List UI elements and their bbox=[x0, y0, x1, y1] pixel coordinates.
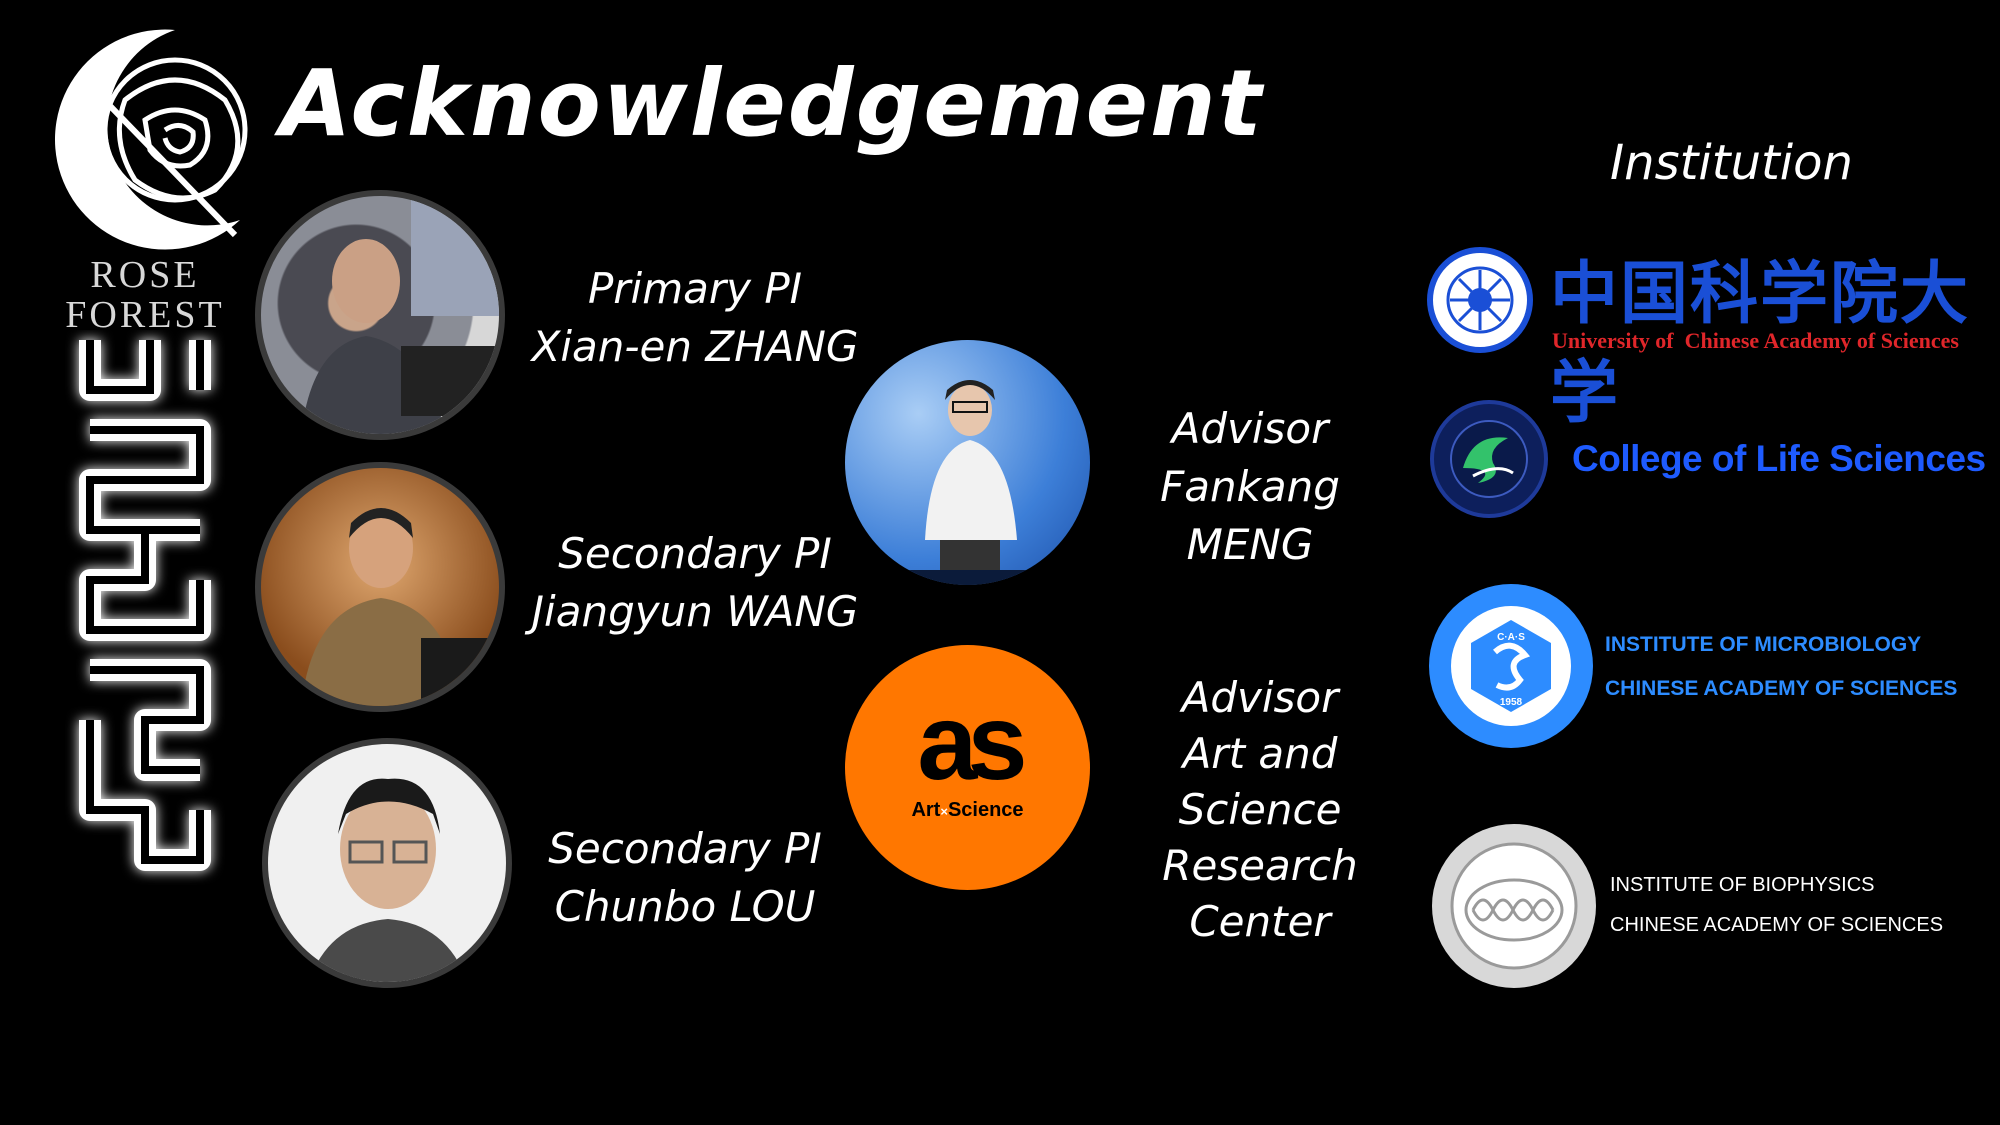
institution-heading: Institution bbox=[1610, 135, 1853, 191]
name-text: Chunbo LOU bbox=[554, 882, 816, 931]
role-text: Secondary PI bbox=[558, 529, 832, 578]
ucas-english-name: University of Chinese Academy of Science… bbox=[1552, 328, 1959, 353]
label-advisor-meng: Advisor Fankang MENG bbox=[1095, 400, 1405, 574]
brand-line1: ROSE bbox=[90, 254, 200, 296]
label-primary-pi: Primary PI Xian-en ZHANG bbox=[500, 260, 890, 376]
as-caption: Art×Science bbox=[845, 799, 1090, 822]
photo-chunbo-lou bbox=[262, 738, 512, 988]
im-seal-text: C·A·S bbox=[1497, 632, 1525, 643]
photo-xian-en-zhang bbox=[255, 190, 505, 440]
art-science-logo: as Art×Science bbox=[845, 645, 1090, 890]
ibp-line2: CHINESE ACADEMY OF SCIENCES bbox=[1610, 914, 1944, 936]
cls-name: College of Life Sciences bbox=[1572, 438, 1986, 479]
brand-name: ROSE FOREST bbox=[55, 255, 235, 335]
person-silhouette-icon bbox=[308, 778, 468, 982]
as-caption-art: Art bbox=[911, 799, 941, 821]
im-seal-year: 1958 bbox=[1500, 697, 1523, 708]
im-line1: INSTITUTE OF MICROBIOLOGY bbox=[1605, 633, 1922, 656]
name-line1-text: Art and Science bbox=[1178, 729, 1342, 834]
photo-jiangyun-wang bbox=[255, 462, 505, 712]
label-secondary-pi-2: Secondary PI Chunbo LOU bbox=[490, 820, 880, 936]
im-line2: CHINESE ACADEMY OF SCIENCES bbox=[1605, 677, 1958, 700]
page-title: Acknowledgement bbox=[280, 50, 1264, 157]
person-silhouette-icon bbox=[301, 508, 499, 706]
photo-fankang-meng bbox=[845, 340, 1090, 585]
chain-pattern-icon bbox=[79, 340, 211, 871]
ucas-seal-icon bbox=[1425, 245, 1535, 355]
name-text: Fankang MENG bbox=[1160, 462, 1340, 569]
role-text: Secondary PI bbox=[548, 824, 822, 873]
role-text: Advisor bbox=[1181, 673, 1339, 722]
brand-line2: FOREST bbox=[65, 294, 225, 336]
ibp-line1: INSTITUTE OF BIOPHYSICS bbox=[1610, 874, 1875, 896]
name-text: Jiangyun WANG bbox=[531, 587, 859, 636]
role-text: Advisor bbox=[1171, 404, 1329, 453]
ibp-seal-icon bbox=[1428, 820, 1600, 992]
crescent-rose-icon bbox=[54, 29, 248, 250]
as-caption-science: Science bbox=[947, 799, 1024, 821]
name-text: Xian-en ZHANG bbox=[531, 322, 859, 371]
label-secondary-pi-1: Secondary PI Jiangyun WANG bbox=[500, 525, 890, 641]
as-mark: as bbox=[917, 681, 1027, 802]
person-silhouette-icon bbox=[301, 196, 499, 434]
cls-seal-icon bbox=[1428, 398, 1550, 520]
decorative-pattern bbox=[60, 330, 230, 890]
rose-forest-logo bbox=[25, 20, 255, 250]
role-text: Primary PI bbox=[587, 264, 803, 313]
as-caption-x: × bbox=[940, 804, 948, 819]
label-advisor-art-science: Advisor Art and Science Research Center bbox=[1100, 670, 1420, 950]
person-silhouette-icon bbox=[845, 380, 1090, 585]
name-line2-text: Research Center bbox=[1162, 841, 1358, 946]
im-seal-icon: C·A·S 1958 bbox=[1425, 580, 1597, 752]
